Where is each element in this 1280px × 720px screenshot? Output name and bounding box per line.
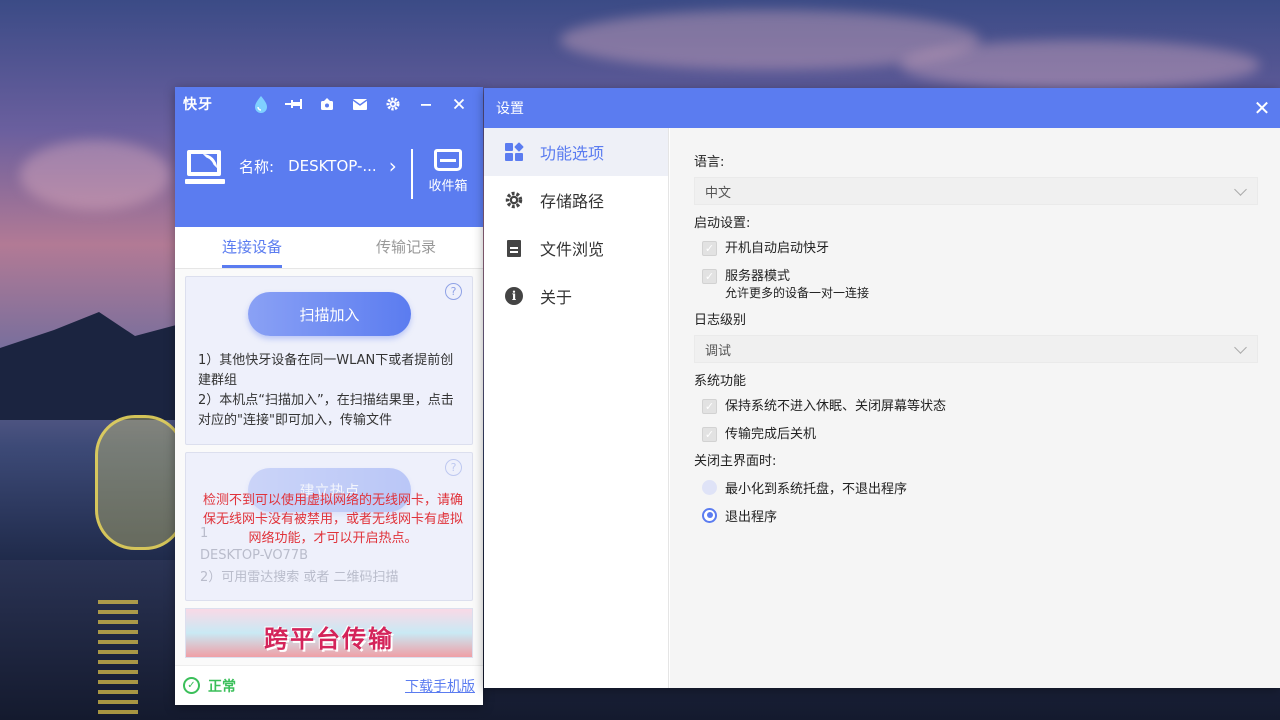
laptop-wifi-icon <box>185 146 227 186</box>
hotspot-warning: 检测不到可以使用虚拟网络的无线网卡，请确保无线网卡没有被禁用，或者无线网卡有虚拟… <box>202 493 463 546</box>
main-header: 快牙 名称: DESKTOP-... › 收件箱 <box>175 87 483 227</box>
download-mobile-link[interactable]: 下载手机版 <box>405 676 475 696</box>
language-value: 中文 <box>705 185 732 201</box>
inbox-label: 收件箱 <box>428 179 468 194</box>
minimize-radio[interactable] <box>702 479 717 495</box>
device-name-label: 名称: <box>239 157 275 176</box>
nav-label: 文件浏览 <box>540 240 605 259</box>
settings-content: 语言: 中文 启动设置: ✓ 开机自动启动快牙 ✓ 服务器模式 允许更多的设备一… <box>670 128 1280 688</box>
promo-banner[interactable]: 跨平台传输 <box>185 608 473 658</box>
nav-label: 关于 <box>540 288 573 307</box>
close-icon[interactable] <box>442 87 475 121</box>
help-icon[interactable]: ? <box>445 459 462 476</box>
keep-awake-option[interactable]: ✓ 保持系统不进入休眠、关闭屏幕等状态 <box>694 393 1256 421</box>
inbox-icon <box>434 149 462 171</box>
main-footer: ✓ 正常 下载手机版 <box>175 665 483 705</box>
mail-icon[interactable] <box>343 87 376 121</box>
auto-start-checkbox[interactable]: ✓ <box>702 241 717 256</box>
keep-awake-label: 保持系统不进入休眠、关闭屏幕等状态 <box>725 399 947 414</box>
server-mode-checkbox[interactable]: ✓ <box>702 269 717 284</box>
wallpaper-cloud <box>20 140 170 210</box>
startup-label: 启动设置: <box>694 216 751 231</box>
chevron-down-icon <box>1234 341 1247 354</box>
nav-item-file-browse[interactable]: 文件浏览 <box>484 224 668 272</box>
server-mode-option[interactable]: ✓ 服务器模式 允许更多的设备一对一连接 <box>694 263 1256 307</box>
keep-awake-checkbox[interactable]: ✓ <box>702 399 717 414</box>
shutdown-after-label: 传输完成后关机 <box>725 427 817 442</box>
minimize-label: 最小化到系统托盘，不退出程序 <box>725 481 908 497</box>
grid-icon <box>504 142 524 162</box>
gear-icon <box>504 190 524 210</box>
close-main-label: 关闭主界面时: <box>694 454 777 469</box>
hotspot-instruction-device: DESKTOP-VO77B <box>200 548 309 563</box>
scan-instructions: 1）其他快牙设备在同一WLAN下或者提前创建群组 2）本机点“扫描加入”，在扫描… <box>198 351 458 431</box>
nav-item-about[interactable]: i 关于 <box>484 272 668 320</box>
exit-label: 退出程序 <box>725 509 778 525</box>
nav-item-storage-path[interactable]: 存储路径 <box>484 176 668 224</box>
main-body: ? 扫描加入 1）其他快牙设备在同一WLAN下或者提前创建群组 2）本机点“扫描… <box>175 269 483 665</box>
scan-instruction-1: 1）其他快牙设备在同一WLAN下或者提前创建群组 <box>198 353 454 388</box>
auto-start-label: 开机自动启动快牙 <box>725 241 830 256</box>
language-label: 语言: <box>694 155 725 170</box>
exit-radio[interactable] <box>702 507 717 523</box>
auto-start-option[interactable]: ✓ 开机自动启动快牙 <box>694 235 1256 263</box>
gift-drop-icon[interactable] <box>244 87 277 121</box>
tab-connect-device[interactable]: 连接设备 <box>175 227 329 268</box>
minimize-icon[interactable] <box>409 87 442 121</box>
titlebar-icons <box>244 87 475 121</box>
backup-icon[interactable] <box>310 87 343 121</box>
wallpaper-reflection <box>98 600 138 720</box>
server-mode-desc: 允许更多的设备一对一连接 <box>725 286 870 300</box>
shutdown-after-checkbox[interactable]: ✓ <box>702 427 717 442</box>
exit-option[interactable]: 退出程序 <box>694 501 1256 529</box>
scan-join-card: ? 扫描加入 1）其他快牙设备在同一WLAN下或者提前创建群组 2）本机点“扫描… <box>185 276 473 445</box>
nav-label: 存储路径 <box>540 192 605 211</box>
kuaiya-main-window: 快牙 名称: DESKTOP-... › 收件箱 连接设备 传输记录 ? 扫描加… <box>175 87 483 705</box>
minimize-option[interactable]: 最小化到系统托盘，不退出程序 <box>694 473 1256 501</box>
settings-close-icon[interactable]: ✕ <box>1248 94 1276 122</box>
gear-icon[interactable] <box>376 87 409 121</box>
app-logo: 快牙 <box>183 97 213 113</box>
settings-title: 设置 <box>496 101 524 117</box>
help-icon[interactable]: ? <box>445 283 462 300</box>
log-level-value: 调试 <box>705 343 732 359</box>
scan-join-button[interactable]: 扫描加入 <box>248 292 411 336</box>
document-icon <box>504 238 524 258</box>
scan-instruction-2: 2）本机点“扫描加入”，在扫描结果里，点击对应的"连接"即可加入，传输文件 <box>198 393 454 428</box>
wallpaper-mountain <box>0 312 180 420</box>
settings-titlebar[interactable]: 设置 ✕ <box>484 88 1280 128</box>
main-titlebar[interactable]: 快牙 <box>175 87 483 121</box>
settings-window: 设置 ✕ 功能选项 存储路径 文件浏览 i 关于 语言: 中文 启动设置: ✓ … <box>484 88 1280 688</box>
chevron-down-icon <box>1234 183 1247 196</box>
check-circle-icon: ✓ <box>183 677 200 694</box>
hotspot-card: ? 建立热点 1 DESKTOP-VO77B 2）可用雷达搜索 或者 二维码扫描… <box>185 452 473 601</box>
wallpaper-lantern <box>95 415 185 550</box>
log-level-select[interactable]: 调试 <box>694 335 1258 363</box>
status-text: 正常 <box>208 678 236 695</box>
nav-item-features[interactable]: 功能选项 <box>484 128 668 176</box>
info-icon: i <box>504 286 524 306</box>
device-name-value: DESKTOP-... <box>288 157 377 175</box>
chevron-right-icon[interactable]: › <box>389 154 397 178</box>
tab-transfer-history[interactable]: 传输记录 <box>329 227 483 268</box>
log-level-label: 日志级别 <box>694 313 747 328</box>
main-tabs: 连接设备 传输记录 <box>175 227 483 269</box>
banner-text: 跨平台传输 <box>264 624 394 653</box>
system-label: 系统功能 <box>694 374 747 389</box>
settings-sidebar: 功能选项 存储路径 文件浏览 i 关于 <box>484 128 669 688</box>
pin-icon[interactable] <box>277 87 310 121</box>
language-select[interactable]: 中文 <box>694 177 1258 205</box>
nav-label: 功能选项 <box>540 144 605 163</box>
shutdown-after-option[interactable]: ✓ 传输完成后关机 <box>694 421 1256 449</box>
server-mode-label: 服务器模式 <box>725 269 791 284</box>
wallpaper-cloud <box>900 40 1260 90</box>
header-divider <box>411 149 413 199</box>
hotspot-instruction-2: 2）可用雷达搜索 或者 二维码扫描 <box>200 570 399 585</box>
inbox-button[interactable]: 收件箱 <box>423 149 473 194</box>
